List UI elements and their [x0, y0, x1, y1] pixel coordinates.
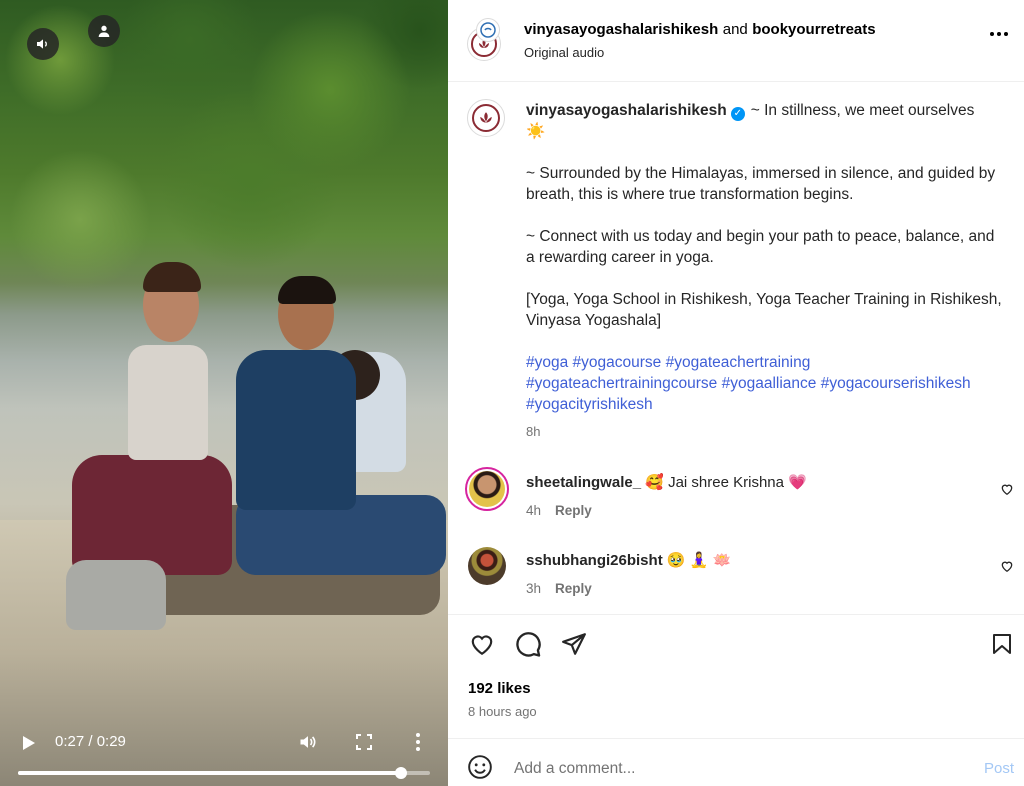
comment-username[interactable]: sheetalingwale_ [526, 474, 641, 491]
comment-composer: Add a comment... Post [448, 738, 1024, 786]
emoji-icon [468, 755, 492, 779]
comment-input[interactable]: Add a comment... [514, 760, 635, 778]
comment-icon [516, 632, 541, 657]
collaborator-avatar[interactable] [476, 18, 500, 42]
more-vertical-icon [416, 733, 420, 751]
share-button[interactable] [561, 631, 587, 657]
video-time: 0:27 / 0:29 [55, 733, 126, 750]
heart-icon [471, 635, 493, 656]
comment-content: sshubhangi26bisht 🥹 🧘‍♀️ 🪷 [526, 551, 731, 569]
reply-button[interactable]: Reply [555, 581, 592, 596]
comment-like-button[interactable] [1000, 559, 1014, 573]
comment-item: sheetalingwale_ 🥰 Jai shree Krishna 💗 4h… [448, 466, 1024, 530]
author-username[interactable]: vinyasayogashalarishikesh [524, 21, 718, 38]
caption-line: ~ In stillness, we meet ourselves [750, 102, 975, 119]
video-player[interactable]: 0:27 / 0:29 [0, 0, 448, 786]
reply-button[interactable]: Reply [555, 503, 592, 518]
emoji-picker-button[interactable] [467, 754, 493, 780]
post-side-panel: vinyasayogashalarishikesh and bookyourre… [448, 0, 1024, 786]
retreat-logo-icon [480, 22, 496, 38]
commenter-avatar[interactable] [468, 547, 506, 585]
video-frame-person [72, 455, 232, 575]
tagged-users-button[interactable] [88, 15, 120, 47]
caption-paragraph: ~ Connect with us today and begin your p… [526, 228, 995, 266]
video-frame-person [236, 350, 356, 510]
caption-paragraph: [Yoga, Yoga School in Rishikesh, Yoga Te… [526, 291, 1002, 329]
authors-connector: and [722, 21, 748, 38]
post-comment-button[interactable]: Post [984, 760, 1014, 777]
comment-button[interactable] [514, 631, 542, 659]
volume-icon [300, 736, 316, 748]
commenter-avatar[interactable] [465, 467, 509, 511]
video-progress-fill [18, 771, 402, 775]
caption-emoji: ☀️ [526, 123, 546, 140]
comment-username[interactable]: sshubhangi26bisht [526, 552, 663, 569]
post-actions [448, 614, 1024, 676]
fullscreen-icon [356, 734, 372, 750]
volume-button[interactable] [296, 731, 320, 753]
post-caption: vinyasayogashalarishikesh ✓ ~ In stillness… [526, 100, 1004, 442]
video-options-button[interactable] [410, 731, 426, 753]
caption-author-avatar[interactable] [467, 99, 505, 137]
video-progress-bar[interactable] [18, 767, 430, 779]
comment-like-button[interactable] [1000, 482, 1014, 496]
caption-timestamp: 8h [526, 424, 541, 439]
video-frame-bag [66, 560, 166, 630]
video-frame-person [278, 276, 336, 304]
collaborator-username[interactable]: bookyourretreats [752, 21, 875, 38]
post-header: vinyasayogashalarishikesh and bookyourre… [448, 0, 1024, 82]
comment-text: 🥹 🧘‍♀️ 🪷 [666, 552, 732, 569]
share-icon [562, 633, 586, 655]
caption-username[interactable]: vinyasayogashalarishikesh [526, 102, 727, 119]
bookmark-icon [993, 634, 1011, 654]
caption-paragraph: ~ Surrounded by the Himalayas, immersed … [526, 165, 996, 203]
comment-text: 🥰 Jai shree Krishna 💗 [645, 474, 807, 491]
caption-hashtags[interactable]: #yoga #yogacourse #yogateachertraining #… [526, 352, 1004, 415]
fullscreen-button[interactable] [354, 732, 374, 752]
play-icon [23, 736, 35, 750]
lotus-logo-icon [471, 103, 501, 133]
commenter-photo [469, 471, 505, 507]
volume-icon [37, 39, 47, 49]
user-tag-icon [98, 25, 110, 37]
more-horizontal-icon [990, 32, 994, 36]
comment-meta: 3h Reply [526, 581, 592, 596]
more-options-button[interactable] [990, 32, 1008, 36]
likes-count[interactable]: 192 likes [468, 680, 531, 697]
save-button[interactable] [990, 631, 1014, 657]
video-frame-foliage [0, 0, 448, 320]
play-button[interactable] [19, 733, 39, 753]
comment-time: 3h [526, 581, 542, 596]
video-frame-person [128, 345, 208, 460]
comment-meta: 4h Reply [526, 503, 592, 518]
like-button[interactable] [468, 631, 496, 657]
post-timestamp: 8 hours ago [468, 704, 537, 719]
comment-content: sheetalingwale_ 🥰 Jai shree Krishna 💗 [526, 473, 807, 491]
comment-item: sshubhangi26bisht 🥹 🧘‍♀️ 🪷 3h Reply [448, 545, 1024, 609]
verified-badge-icon: ✓ [730, 106, 745, 121]
comment-time: 4h [526, 503, 542, 518]
post-authors: vinyasayogashalarishikesh and bookyourre… [524, 21, 876, 39]
audio-label[interactable]: Original audio [524, 45, 604, 60]
mute-toggle-button[interactable] [27, 28, 59, 60]
